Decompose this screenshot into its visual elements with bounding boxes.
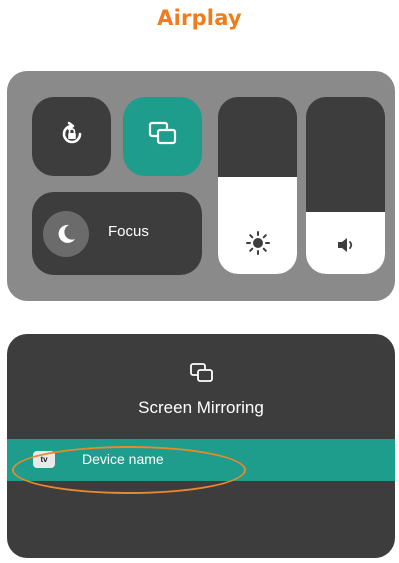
screen-mirroring-icon — [148, 121, 178, 152]
speaker-icon — [306, 234, 385, 256]
screen-mirroring-button[interactable] — [123, 97, 202, 176]
sun-icon — [218, 230, 297, 256]
volume-slider[interactable] — [306, 97, 385, 274]
focus-button[interactable]: Focus — [32, 192, 202, 275]
brightness-level-fill — [218, 176, 297, 274]
sheet-title: Screen Mirroring — [138, 398, 264, 417]
screen-mirroring-sheet: Screen Mirroring tv Device name — [7, 334, 395, 558]
screen-mirroring-icon — [189, 362, 215, 389]
control-center-panel: Focus — [7, 71, 395, 301]
rotation-lock-icon — [58, 120, 86, 153]
brightness-slider[interactable] — [218, 97, 297, 274]
rotation-lock-button[interactable] — [32, 97, 111, 176]
page-title: Airplay — [157, 6, 242, 30]
focus-label: Focus — [108, 223, 149, 240]
moon-icon — [43, 211, 89, 257]
highlight-annotation-ellipse — [12, 446, 246, 494]
